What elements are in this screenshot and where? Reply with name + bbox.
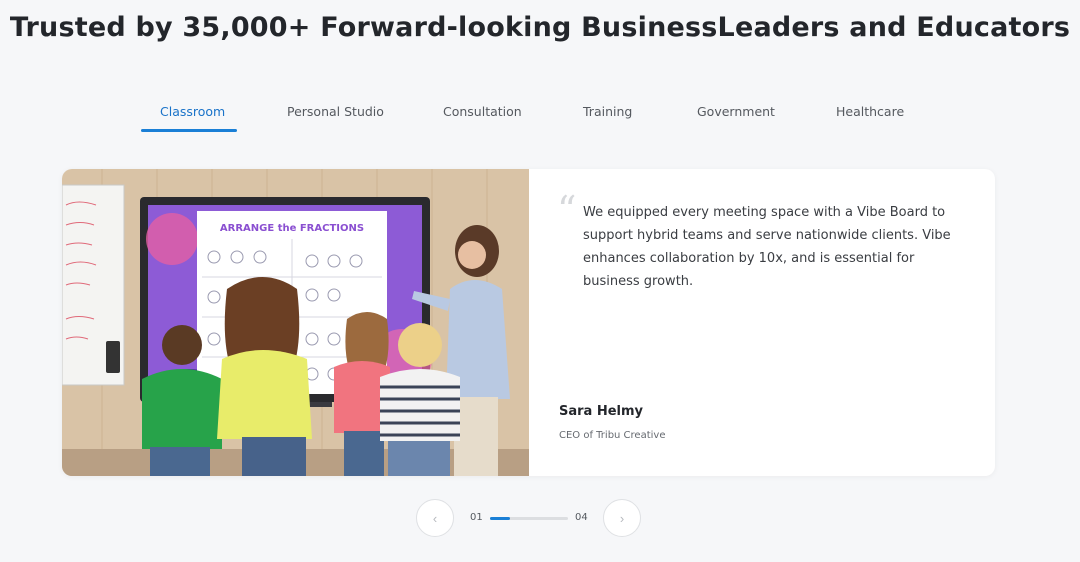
testimonial-card: ARRANGE the FRACTIONS “ We equipped ever… <box>62 169 995 476</box>
progress-fill <box>490 517 510 520</box>
chevron-left-icon: ‹ <box>432 510 438 526</box>
tab-classroom[interactable]: Classroom <box>160 104 225 119</box>
classroom-photo: ARRANGE the FRACTIONS <box>62 169 529 476</box>
total-slides-number: 04 <box>575 512 588 523</box>
testimonial-quote: We equipped every meeting space with a V… <box>583 205 951 289</box>
author-role: CEO of Tribu Creative <box>559 430 666 441</box>
section-headline: Trusted by 35,000+ Forward-looking Busin… <box>9 12 1071 43</box>
testimonials-section: Trusted by 35,000+ Forward-looking Busin… <box>0 0 1080 562</box>
tab-training[interactable]: Training <box>583 104 632 119</box>
tab-consultation[interactable]: Consultation <box>443 104 522 119</box>
active-tab-indicator <box>141 129 237 132</box>
carousel-pager: ‹ 01 04 › <box>0 499 1080 539</box>
previous-button[interactable]: ‹ <box>416 499 454 537</box>
tab-healthcare[interactable]: Healthcare <box>836 104 904 119</box>
industry-tabs: Classroom Personal Studio Consultation T… <box>0 92 1080 132</box>
next-button[interactable]: › <box>603 499 641 537</box>
author-name: Sara Helmy <box>559 404 644 419</box>
tab-government[interactable]: Government <box>697 104 775 119</box>
progress-track <box>490 517 568 520</box>
tab-personal-studio[interactable]: Personal Studio <box>287 104 384 119</box>
chevron-right-icon: › <box>619 510 625 526</box>
board-title: ARRANGE the FRACTIONS <box>220 223 364 234</box>
current-slide-number: 01 <box>470 512 483 523</box>
quote-icon: “ <box>557 188 577 232</box>
